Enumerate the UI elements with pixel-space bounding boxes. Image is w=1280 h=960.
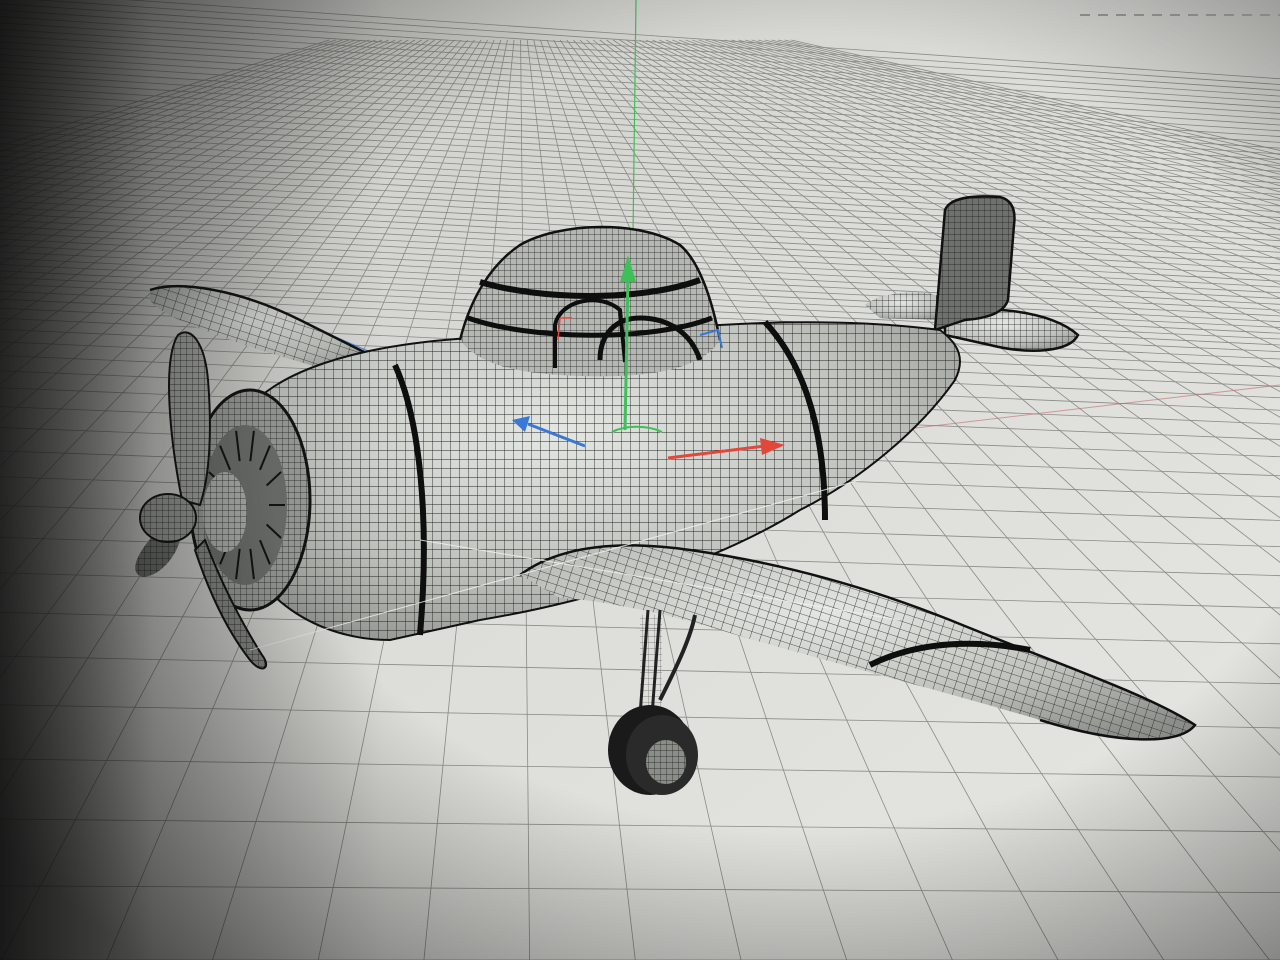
viewport-canvas[interactable] (0, 0, 1280, 960)
3d-viewport[interactable] (0, 0, 1280, 960)
screen-vignette-radial (0, 0, 1280, 960)
